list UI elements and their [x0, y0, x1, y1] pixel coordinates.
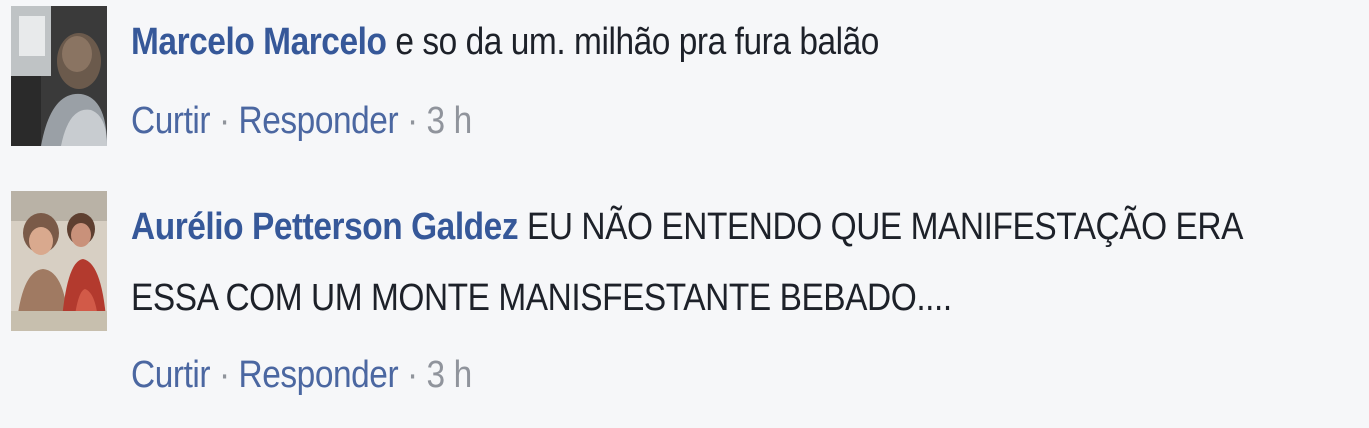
reply-link[interactable]: Responder [239, 354, 399, 396]
author-name-link[interactable]: Aurélio Petterson Galdez [131, 206, 519, 248]
comment-actions: Curtir · Responder · 3 h [131, 352, 472, 398]
timestamp[interactable]: 3 h [427, 354, 473, 396]
comment-body: Marcelo Marcelo e so da um. milhão pra f… [131, 19, 879, 65]
comment-item: Marcelo Marcelo e so da um. milhão pra f… [0, 0, 1369, 170]
comment-text-continuation: ESSA COM UM MONTE MANISFESTANTE BEBADO..… [131, 277, 952, 319]
timestamp[interactable]: 3 h [427, 100, 473, 142]
reply-link[interactable]: Responder [239, 100, 399, 142]
separator: · [407, 100, 418, 142]
separator: · [218, 100, 230, 142]
author-name-link[interactable]: Marcelo Marcelo [131, 21, 387, 63]
separator: · [407, 354, 418, 396]
profile-photo-icon [11, 6, 107, 146]
comment-body: Aurélio Petterson Galdez EU NÃO ENTENDO … [131, 204, 1243, 250]
comment-item: Aurélio Petterson Galdez EU NÃO ENTENDO … [0, 185, 1369, 428]
profile-photo-icon [11, 191, 107, 331]
comment-actions: Curtir · Responder · 3 h [131, 98, 472, 144]
avatar[interactable] [11, 191, 107, 331]
avatar[interactable] [11, 6, 107, 146]
like-link[interactable]: Curtir [131, 100, 211, 142]
comment-text: EU NÃO ENTENDO QUE MANIFESTAÇÃO ERA [526, 206, 1244, 248]
like-link[interactable]: Curtir [131, 354, 211, 396]
comment-thread: Marcelo Marcelo e so da um. milhão pra f… [0, 0, 1369, 428]
separator: · [218, 354, 230, 396]
comment-text: e so da um. milhão pra fura balão [395, 21, 879, 63]
